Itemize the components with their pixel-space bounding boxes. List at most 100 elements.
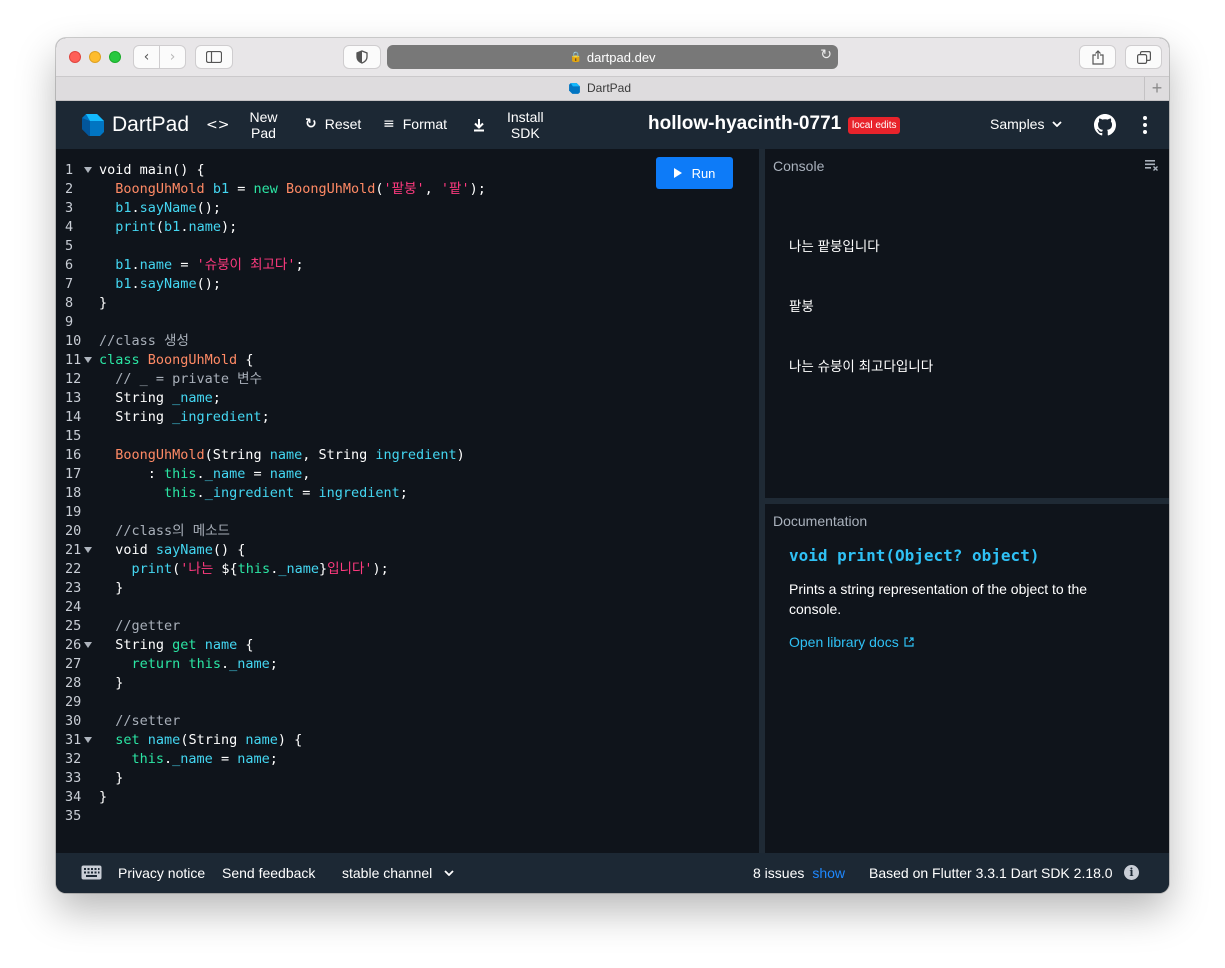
forward-arrow-icon[interactable]: ›	[159, 46, 185, 68]
code-line: 24	[56, 598, 759, 617]
more-menu-icon[interactable]	[1138, 113, 1152, 137]
sidebar-toggle-button[interactable]	[195, 45, 233, 69]
clear-console-icon[interactable]	[1145, 159, 1159, 171]
line-number: 35	[65, 808, 82, 824]
sdk-version-info: Based on Flutter 3.3.1 Dart SDK 2.18.0	[869, 865, 1113, 881]
doc-description: Prints a string representation of the ob…	[789, 581, 1088, 617]
code-line: 8}	[65, 295, 108, 311]
history-nav: ‹ ›	[133, 45, 186, 69]
line-number: 12	[65, 371, 82, 387]
line-number: 30	[65, 713, 82, 729]
lock-icon: 🔒	[569, 51, 582, 63]
code-line: 3 b1.sayName();	[65, 200, 221, 216]
code-line: 21 void sayName() {	[65, 542, 246, 558]
code-line: 11 class BoongUhMold {	[65, 352, 254, 368]
code-line: 23 }	[65, 580, 124, 596]
active-tab[interactable]: DartPad	[56, 81, 1143, 95]
code-line: 34}	[65, 789, 108, 805]
line-number: 15	[65, 428, 82, 444]
open-library-docs-link[interactable]: Open library docs	[789, 634, 914, 650]
run-button[interactable]: Run	[656, 157, 733, 189]
tab-overview-button[interactable]	[1125, 45, 1162, 69]
send-feedback-link[interactable]: Send feedback	[222, 865, 315, 881]
reset-label: Reset	[324, 116, 362, 132]
code-line: 2 BoongUhMold b1 = new BoongUhMold('팥붕',…	[65, 181, 486, 197]
reset-button[interactable]: ↻ Reset	[305, 116, 361, 132]
fold-arrow-icon[interactable]	[84, 642, 92, 648]
github-icon[interactable]	[1094, 114, 1116, 136]
code-editor[interactable]: 1 void main() { 2 BoongUhMold b1 = new Bo…	[56, 149, 759, 853]
doc-link-label: Open library docs	[789, 634, 899, 650]
documentation-label: Documentation	[773, 513, 868, 529]
format-button[interactable]: ≡ Format	[383, 116, 447, 132]
line-number: 16	[65, 447, 82, 463]
share-button[interactable]	[1079, 45, 1116, 69]
fold-arrow-icon[interactable]	[84, 737, 92, 743]
code-icon: <>	[206, 117, 230, 133]
console-line: 팥붕	[789, 299, 814, 314]
info-icon[interactable]: i	[1124, 865, 1139, 880]
code-line: 17 : this._name = name,	[65, 466, 311, 482]
line-number: 11	[65, 352, 82, 368]
reload-icon[interactable]: ↻	[820, 47, 832, 63]
line-number: 1	[65, 162, 74, 178]
code-line: 15	[56, 427, 759, 446]
status-footer: Privacy notice Send feedback stable chan…	[56, 853, 1169, 893]
install-label-line1: Install	[507, 109, 544, 125]
format-align-icon: ≡	[383, 116, 395, 132]
samples-dropdown[interactable]: Samples	[990, 116, 1063, 132]
line-number: 20	[65, 523, 82, 539]
code-line: 9	[56, 313, 759, 332]
code-line: 22 print('나는 ${this._name}입니다');	[65, 561, 389, 577]
code-line: 20 //class의 메소드	[65, 523, 230, 539]
console-label: Console	[773, 158, 825, 174]
code-line: 32 this._name = name;	[65, 751, 278, 767]
code-line: 27 return this._name;	[65, 656, 278, 672]
tab-bar: DartPad +	[56, 76, 1169, 101]
line-number: 31	[65, 732, 82, 748]
chevron-down-icon	[444, 870, 454, 876]
back-arrow-icon[interactable]: ‹	[134, 46, 159, 68]
line-number: 13	[65, 390, 82, 406]
code-line: 10//class 생성	[65, 333, 189, 349]
new-pad-button[interactable]: <> New Pad	[206, 109, 277, 141]
play-icon	[673, 168, 682, 178]
install-sdk-button[interactable]: Install SDK	[473, 109, 544, 141]
fold-arrow-icon[interactable]	[84, 357, 92, 363]
keyboard-icon[interactable]	[81, 865, 102, 880]
line-number: 26	[65, 637, 82, 653]
minimize-window-button[interactable]	[89, 51, 101, 63]
sidebar-icon	[206, 51, 222, 63]
privacy-notice-link[interactable]: Privacy notice	[118, 865, 205, 881]
brand-name: DartPad	[112, 113, 190, 136]
chevron-down-icon	[1052, 121, 1063, 127]
code-line: 1 void main() {	[65, 162, 205, 178]
close-window-button[interactable]	[69, 51, 81, 63]
line-number: 34	[65, 789, 82, 805]
samples-label: Samples	[990, 116, 1045, 132]
fold-arrow-icon[interactable]	[84, 167, 92, 173]
line-number: 32	[65, 751, 82, 767]
local-edits-badge: local edits	[848, 117, 901, 134]
new-pad-label-line1: New	[249, 109, 278, 125]
show-issues-link[interactable]: show	[812, 865, 845, 881]
code-line: 33 }	[65, 770, 124, 786]
privacy-report-button[interactable]	[343, 45, 381, 69]
code-line: 5	[56, 237, 759, 256]
line-number: 9	[65, 314, 74, 330]
dart-favicon-icon	[569, 82, 580, 94]
line-number: 22	[65, 561, 82, 577]
new-tab-button[interactable]: +	[1144, 77, 1169, 101]
channel-dropdown[interactable]: stable channel	[342, 865, 454, 881]
line-number: 33	[65, 770, 82, 786]
address-bar[interactable]: 🔒 dartpad.dev ↻	[387, 45, 838, 69]
zoom-window-button[interactable]	[109, 51, 121, 63]
console-panel: Console 나는 팥붕입니다 팥붕 나는 슈붕이 최고다입니다	[765, 149, 1169, 498]
format-label: Format	[402, 116, 448, 132]
line-number: 6	[65, 257, 74, 273]
line-number: 3	[65, 200, 74, 216]
code-line: 12 // _ = private 변수	[65, 371, 263, 387]
share-icon	[1091, 49, 1104, 65]
line-number: 5	[65, 238, 74, 254]
fold-arrow-icon[interactable]	[84, 547, 92, 553]
